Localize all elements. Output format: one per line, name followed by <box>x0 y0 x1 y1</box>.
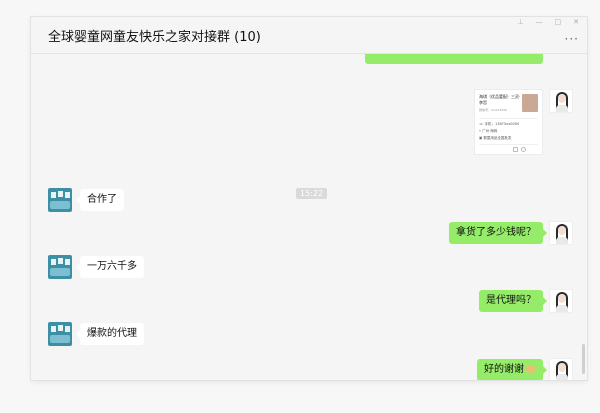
message-bubble[interactable]: 一万六千多 <box>76 256 144 278</box>
card-name: 海琪（优品婴配）三灵·李哲 <box>479 94 521 105</box>
message-bubble[interactable]: 好的谢谢 <box>477 359 547 380</box>
pin-icon[interactable]: ⊥ <box>517 18 523 26</box>
card-footer <box>479 144 538 152</box>
card-line: ☏ 手机：13875xx0000 <box>479 122 520 126</box>
card-divider <box>479 118 538 119</box>
message-bubble[interactable]: 合作了 <box>76 189 124 211</box>
contact-avatar[interactable] <box>48 322 72 346</box>
self-avatar[interactable] <box>549 358 573 380</box>
message-text: 好的谢谢 <box>484 364 524 375</box>
timestamp: 15:22 <box>296 188 328 199</box>
message-bubble[interactable]: 爆款的代理 <box>76 323 144 345</box>
minimize-icon[interactable]: — <box>536 18 543 26</box>
card-line: ▣ 婴童用品全国批发 <box>479 136 512 140</box>
card-line: ⌖ 广州·海珠 <box>479 129 498 133</box>
emoji-icon <box>525 365 536 373</box>
card-photo <box>522 94 538 112</box>
contact-avatar[interactable] <box>48 255 72 279</box>
contact-avatar[interactable] <box>48 188 72 212</box>
message-list[interactable]: 海琪（优品婴配）三灵·李哲 微信号：hai123456 ☏ 手机：13875xx… <box>31 54 587 380</box>
more-options-button[interactable]: ··· <box>565 32 579 46</box>
self-avatar[interactable] <box>549 289 573 313</box>
share-icon[interactable] <box>513 147 518 152</box>
message-bubble[interactable]: 是代理吗？ <box>479 290 547 312</box>
title-bar: 全球婴童网童友快乐之家对接群 (10) ⊥ — □ ✕ ··· <box>31 17 587 54</box>
card-wechat-id: 微信号：hai123456 <box>479 108 508 112</box>
chat-window: 全球婴童网童友快乐之家对接群 (10) ⊥ — □ ✕ ··· 海琪（优品婴配）… <box>31 17 587 380</box>
message-bubble[interactable]: 拿货了多少钱呢？ <box>449 222 547 244</box>
previous-message-bubble <box>365 54 543 64</box>
maximize-icon[interactable]: □ <box>555 18 562 26</box>
window-controls: ⊥ — □ ✕ <box>517 18 579 26</box>
scrollbar[interactable] <box>582 344 585 374</box>
favorite-icon[interactable] <box>521 147 526 152</box>
contact-card[interactable]: 海琪（优品婴配）三灵·李哲 微信号：hai123456 ☏ 手机：13875xx… <box>474 89 543 155</box>
self-avatar[interactable] <box>549 89 573 113</box>
chat-title: 全球婴童网童友快乐之家对接群 (10) <box>48 30 261 45</box>
self-avatar[interactable] <box>549 221 573 245</box>
close-icon[interactable]: ✕ <box>573 18 579 26</box>
